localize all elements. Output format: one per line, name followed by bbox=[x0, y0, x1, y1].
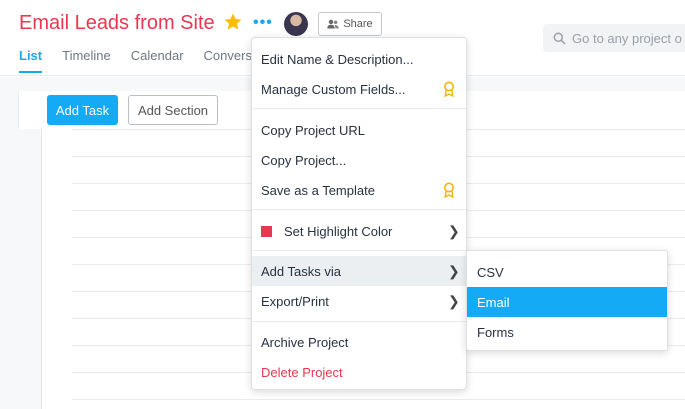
menu-item-save-as-template[interactable]: Save as a Template bbox=[252, 175, 466, 205]
people-icon bbox=[327, 19, 340, 29]
project-actions-menu: Edit Name & Description... Manage Custom… bbox=[251, 37, 467, 390]
chevron-right-icon: ❯ bbox=[448, 263, 460, 279]
task-row-divider bbox=[72, 399, 685, 400]
share-label: Share bbox=[343, 18, 373, 30]
menu-item-copy-project[interactable]: Copy Project... bbox=[252, 145, 466, 175]
row-gutter bbox=[18, 129, 42, 409]
menu-item-export-print[interactable]: Export/Print ❯ bbox=[252, 286, 466, 316]
menu-item-copy-project-url[interactable]: Copy Project URL bbox=[252, 115, 466, 145]
menu-divider bbox=[252, 250, 466, 251]
menu-item-manage-custom-fields[interactable]: Manage Custom Fields... bbox=[252, 74, 466, 104]
ellipsis-icon[interactable]: ••• bbox=[253, 14, 273, 32]
menu-item-label: Copy Project... bbox=[261, 152, 347, 168]
submenu-item-email[interactable]: Email bbox=[467, 287, 667, 317]
chevron-right-icon: ❯ bbox=[448, 293, 460, 309]
menu-item-label: Delete Project bbox=[261, 364, 343, 380]
chevron-right-icon: ❯ bbox=[448, 223, 460, 239]
premium-badge-icon bbox=[444, 81, 454, 97]
menu-item-label: Copy Project URL bbox=[261, 122, 366, 138]
share-button[interactable]: Share bbox=[318, 12, 382, 36]
menu-item-label: Archive Project bbox=[261, 334, 349, 350]
view-tabs: List Timeline Calendar Convers bbox=[19, 48, 272, 73]
menu-item-label: Export/Print bbox=[261, 293, 329, 309]
menu-divider bbox=[252, 321, 466, 322]
menu-item-add-tasks-via[interactable]: Add Tasks via ❯ bbox=[252, 256, 466, 286]
menu-item-label: Set Highlight Color bbox=[284, 223, 393, 239]
menu-divider bbox=[252, 108, 466, 109]
add-task-button[interactable]: Add Task bbox=[47, 95, 118, 125]
color-swatch bbox=[261, 225, 272, 237]
submenu-item-forms[interactable]: Forms bbox=[467, 317, 667, 347]
avatar[interactable] bbox=[284, 12, 308, 36]
search-bar[interactable]: Go to any project o bbox=[543, 24, 685, 52]
menu-item-label: Edit Name & Description... bbox=[261, 51, 414, 67]
star-icon[interactable] bbox=[223, 12, 243, 32]
tab-calendar[interactable]: Calendar bbox=[131, 48, 184, 73]
search-placeholder: Go to any project o bbox=[572, 30, 682, 46]
tab-conversations[interactable]: Convers bbox=[204, 48, 252, 73]
premium-badge-icon bbox=[444, 182, 454, 198]
search-icon bbox=[553, 32, 566, 45]
menu-item-label: Manage Custom Fields... bbox=[261, 81, 406, 97]
submenu-item-csv[interactable]: CSV bbox=[467, 257, 667, 287]
add-tasks-via-submenu: CSV Email Forms bbox=[466, 250, 668, 351]
menu-item-archive-project[interactable]: Archive Project bbox=[252, 327, 466, 357]
menu-divider bbox=[252, 209, 466, 210]
add-section-button[interactable]: Add Section bbox=[128, 95, 218, 125]
tab-timeline[interactable]: Timeline bbox=[62, 48, 111, 73]
menu-item-label: Save as a Template bbox=[261, 182, 375, 198]
tab-list[interactable]: List bbox=[19, 48, 43, 73]
menu-item-edit-name[interactable]: Edit Name & Description... bbox=[252, 44, 466, 74]
menu-item-delete-project[interactable]: Delete Project bbox=[252, 357, 466, 387]
menu-item-label: Add Tasks via bbox=[261, 263, 341, 279]
project-title[interactable]: Email Leads from Site bbox=[19, 12, 215, 35]
menu-item-set-highlight-color[interactable]: Set Highlight Color ❯ bbox=[252, 216, 466, 246]
